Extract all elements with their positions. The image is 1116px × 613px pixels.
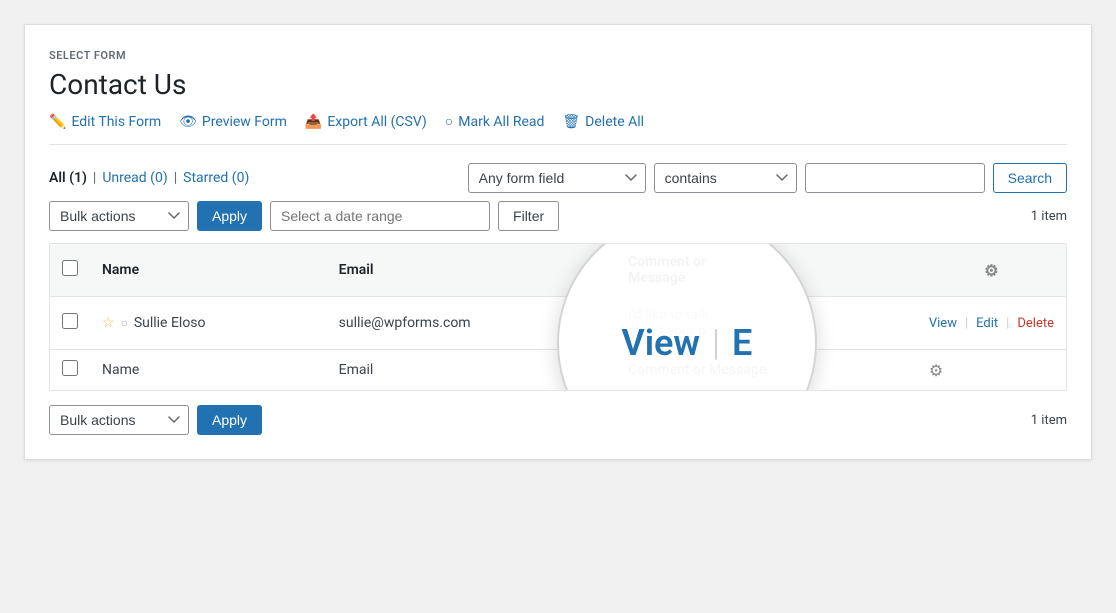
entries-table-container: Name Email Comment orMessage ⚙ ☆ (49, 243, 1067, 391)
view-link[interactable]: View (929, 316, 957, 331)
date-range-input[interactable] (270, 201, 490, 231)
edit-form-link[interactable]: ✏️ Edit This Form (49, 114, 161, 130)
gear-icon-footer: ⚙ (929, 361, 943, 380)
bulk-actions-bottom-row: Bulk actions Mark as Read Mark as Unread… (49, 405, 1067, 435)
entry-name: Sullie Eloso (134, 315, 206, 331)
entries-table: Name Email Comment orMessage ⚙ ☆ (50, 244, 1066, 390)
edit-icon: ✏️ (49, 114, 66, 130)
select-form-label: SELECT FORM (49, 49, 1067, 62)
star-icon[interactable]: ☆ (102, 315, 115, 331)
export-csv-link[interactable]: 📤 Export All (CSV) (305, 114, 427, 130)
footer-gear-cell: ⚙ (917, 350, 1066, 391)
tab-sep-1: | (93, 170, 96, 186)
search-button[interactable]: Search (993, 163, 1067, 193)
gear-icon-header: ⚙ (984, 261, 998, 280)
delete-all-link[interactable]: 🗑 Delete All (562, 114, 644, 130)
preview-form-link[interactable]: 👁 Preview Form (179, 114, 287, 130)
tab-sep-2: | (174, 170, 177, 186)
header-name: Name (90, 244, 327, 297)
search-filter-row: All (1) | Unread (0) | Starred (0) Any f… (49, 163, 1067, 193)
row-checkbox[interactable] (62, 313, 78, 329)
item-count-bottom: 1 item (1031, 413, 1067, 428)
entry-actions: View | Edit | Delete (929, 316, 1054, 331)
export-icon: 📤 (305, 114, 322, 130)
zoom-e-label: E (732, 322, 752, 364)
circle-check-icon: ○ (445, 113, 453, 130)
bulk-actions-top-row: Bulk actions Mark as Read Mark as Unread… (49, 201, 1067, 231)
table-header-row: Name Email Comment orMessage ⚙ (50, 244, 1066, 297)
entry-email: sullie@wpforms.com (339, 315, 471, 331)
zoom-content: View | E (621, 322, 752, 364)
apply-top-button[interactable]: Apply (197, 201, 262, 231)
action-bar: ✏️ Edit This Form 👁 Preview Form 📤 Expor… (49, 113, 1067, 145)
trash-icon: 🗑 (562, 114, 580, 130)
zoom-separator: | (712, 322, 720, 364)
header-checkbox-col (50, 244, 90, 297)
tab-unread[interactable]: Unread (0) (102, 170, 167, 186)
header-gear: ⚙ (917, 244, 1066, 297)
page-container: SELECT FORM Contact Us ✏️ Edit This Form… (24, 24, 1092, 460)
row-checkbox-cell (50, 297, 90, 350)
tabs-row: All (1) | Unread (0) | Starred (0) (49, 170, 249, 186)
tab-starred[interactable]: Starred (0) (183, 170, 249, 186)
read-icon: ○ (121, 316, 128, 330)
zoom-view-label: View (621, 322, 700, 364)
select-all-checkbox[interactable] (62, 260, 78, 276)
mark-all-read-link[interactable]: ○ Mark All Read (445, 113, 545, 130)
footer-checkbox[interactable] (62, 360, 78, 376)
footer-name-cell: Name (90, 350, 327, 391)
apply-bottom-button[interactable]: Apply (197, 405, 262, 435)
zoom-overlay: View | E (557, 243, 817, 391)
page-title: Contact Us (49, 68, 1067, 101)
footer-checkbox-cell (50, 350, 90, 391)
edit-link[interactable]: Edit (976, 316, 998, 331)
row-actions-cell: View | Edit | Delete (917, 297, 1066, 350)
name-with-icons: ☆ ○ Sullie Eloso (102, 315, 315, 331)
condition-select[interactable]: contains does not contain is is not (654, 163, 797, 193)
footer-name: Name (102, 362, 139, 378)
eye-icon: 👁 (179, 114, 197, 130)
search-input[interactable] (805, 163, 985, 193)
delete-link[interactable]: Delete (1017, 316, 1054, 331)
bulk-actions-top-select[interactable]: Bulk actions Mark as Read Mark as Unread… (49, 201, 189, 231)
footer-email: Email (339, 362, 374, 378)
row-name-cell: ☆ ○ Sullie Eloso (90, 297, 327, 350)
field-filter-select[interactable]: Any form field Name Email Comment or Mes… (468, 163, 646, 193)
bulk-actions-bottom-select[interactable]: Bulk actions Mark as Read Mark as Unread… (49, 405, 189, 435)
tab-all[interactable]: All (1) (49, 170, 87, 186)
filter-button[interactable]: Filter (498, 201, 559, 231)
item-count-top: 1 item (1031, 209, 1067, 224)
